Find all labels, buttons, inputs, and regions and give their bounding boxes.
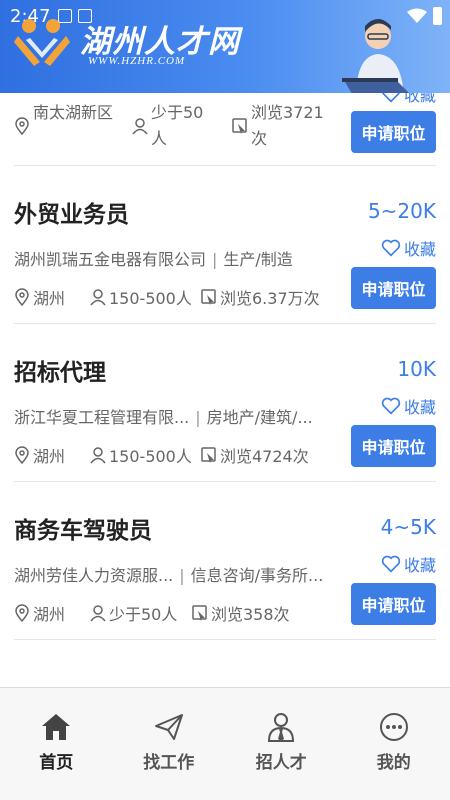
job-meta: 湖州 150-500人 浏览6.37万次 <box>14 286 320 308</box>
job-salary: 4~5K <box>380 515 436 539</box>
job-salary: 5~20K <box>367 199 436 223</box>
job-meta: 湖州 150-500人 浏览4724次 <box>14 444 309 466</box>
pointer-icon <box>201 447 216 463</box>
heart-icon <box>381 239 401 257</box>
favorite-button[interactable]: 收藏 <box>381 236 436 260</box>
app-header: 2:47 湖州人才网 WWW.HZHR.COM <box>0 0 450 93</box>
nav-item-recruit[interactable]: 招人才 <box>225 688 338 800</box>
job-location: 南太湖新区 <box>33 103 114 122</box>
person-icon <box>90 447 106 464</box>
nav-item-find-job[interactable]: 找工作 <box>113 688 226 800</box>
apply-button[interactable]: 申请职位 <box>351 425 436 467</box>
chat-dots-icon <box>379 713 408 741</box>
favorite-label: 收藏 <box>403 398 436 417</box>
job-card[interactable]: 招标代理 10K 收藏 浙江华夏工程管理有限... | 房地产/建筑/... 湖州 <box>14 324 436 482</box>
view-count: 浏览358次 <box>211 605 290 624</box>
company-name[interactable]: 浙江华夏工程管理有限... <box>14 408 189 427</box>
apply-button[interactable]: 申请职位 <box>351 111 436 153</box>
favorite-label: 收藏 <box>403 556 436 575</box>
nav-item-home[interactable]: 首页 <box>0 688 113 800</box>
company-size: 150-500人 <box>109 447 192 466</box>
job-meta: 湖州 少于50人 浏览358次 <box>14 602 290 624</box>
brand-url: WWW.HZHR.COM <box>88 55 186 67</box>
apply-button[interactable]: 申请职位 <box>351 583 436 625</box>
nav-label: 首页 <box>39 753 74 773</box>
favorite-button[interactable]: 收藏 <box>381 552 436 576</box>
paper-plane-icon <box>154 714 183 740</box>
company-name[interactable]: 湖州劳佳人力资源服... <box>14 566 173 585</box>
view-count: 浏览3721次 <box>251 103 324 148</box>
heart-icon <box>381 555 401 573</box>
nav-item-mine[interactable]: 我的 <box>338 688 450 800</box>
bottom-navigation: 首页 找工作 招人才 我的 <box>0 687 450 800</box>
heart-icon <box>381 397 401 415</box>
location-pin-icon <box>15 288 29 306</box>
company-size: 少于50人 <box>109 605 178 624</box>
company-name[interactable]: 湖州凯瑞五金电器有限公司 <box>14 250 206 269</box>
person-icon <box>132 118 148 135</box>
job-salary: 10K <box>397 357 436 381</box>
industry: 房地产/建筑/... <box>206 408 313 427</box>
industry: 生产/制造 <box>223 250 293 269</box>
nav-label: 招人才 <box>255 753 307 773</box>
job-card[interactable]: 收藏 南太湖新区 少于50人 浏览3721次 申请职位 <box>14 93 436 166</box>
person-laptop-illustration-icon <box>342 19 409 93</box>
job-card[interactable]: 外贸业务员 5~20K 收藏 湖州凯瑞五金电器有限公司 | 生产/制造 湖州 1… <box>14 166 436 324</box>
nav-label: 我的 <box>376 753 411 773</box>
job-title: 商务车驾驶员 <box>14 518 152 544</box>
job-location: 湖州 <box>33 605 66 624</box>
company-line: 浙江华夏工程管理有限... | 房地产/建筑/... <box>14 408 313 427</box>
location-pin-icon <box>15 117 29 135</box>
person-icon <box>90 605 106 622</box>
job-card[interactable]: 商务车驾驶员 4~5K 收藏 湖州劳佳人力资源服... | 信息咨询/事务所... … <box>14 482 436 640</box>
job-location: 湖州 <box>33 447 66 466</box>
home-icon <box>42 714 71 740</box>
company-line: 湖州凯瑞五金电器有限公司 | 生产/制造 <box>14 250 293 269</box>
favorite-label: 收藏 <box>403 240 436 259</box>
person-icon <box>90 289 106 306</box>
nav-label: 找工作 <box>143 753 195 773</box>
company-size: 150-500人 <box>109 289 192 308</box>
view-count: 浏览4724次 <box>220 447 309 466</box>
industry: 信息咨询/事务所... <box>190 566 324 585</box>
job-list[interactable]: 收藏 南太湖新区 少于50人 浏览3721次 申请职位 外贸业务员 5~20K … <box>0 93 450 685</box>
view-count: 浏览6.37万次 <box>220 289 320 308</box>
favorite-button[interactable]: 收藏 <box>381 93 436 106</box>
person-tie-icon <box>268 713 295 742</box>
job-meta: 南太湖新区 少于50人 浏览3721次 <box>14 100 327 156</box>
company-line: 湖州劳佳人力资源服... | 信息咨询/事务所... <box>14 566 324 585</box>
pointer-icon <box>201 289 216 305</box>
apply-button[interactable]: 申请职位 <box>351 267 436 309</box>
company-size: 少于50人 <box>151 103 204 148</box>
pointer-icon <box>192 605 207 621</box>
favorite-label: 收藏 <box>403 93 436 105</box>
heart-icon <box>382 93 400 103</box>
favorite-button[interactable]: 收藏 <box>381 394 436 418</box>
job-location: 湖州 <box>33 289 66 308</box>
brand-logo-icon <box>14 19 70 66</box>
job-title: 招标代理 <box>14 360 106 386</box>
pointer-icon <box>232 118 247 134</box>
location-pin-icon <box>15 446 29 464</box>
job-title: 外贸业务员 <box>14 202 129 228</box>
location-pin-icon <box>15 604 29 622</box>
